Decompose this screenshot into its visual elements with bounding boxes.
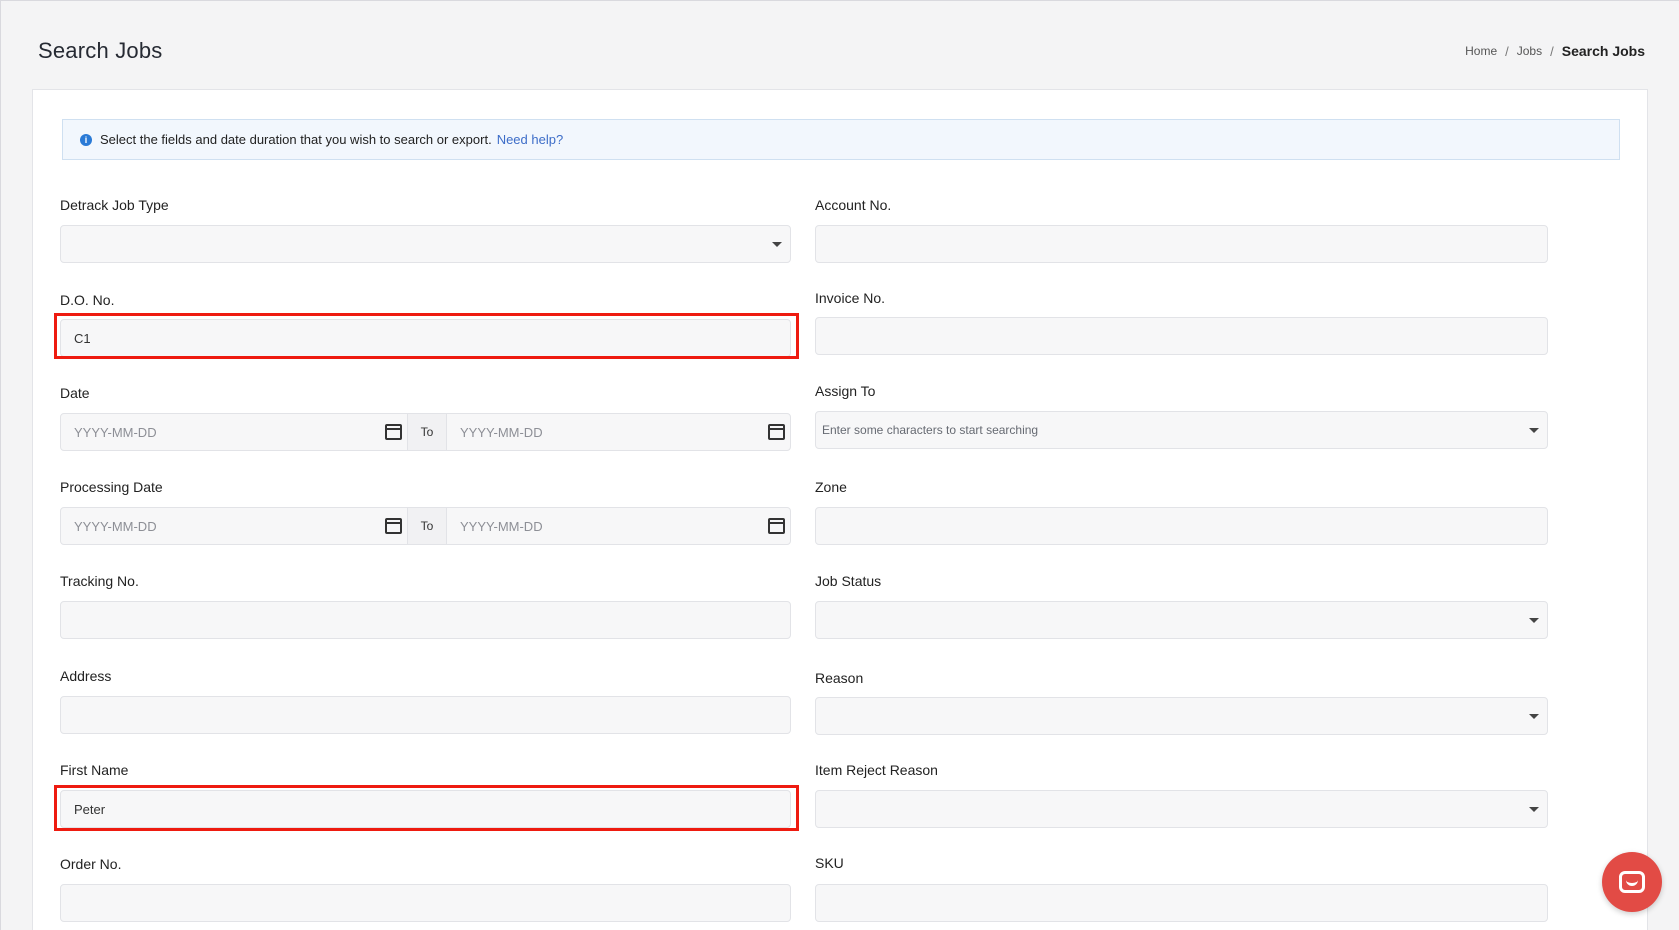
date-label: Date bbox=[60, 385, 90, 401]
address-label: Address bbox=[60, 668, 112, 684]
top-border bbox=[0, 0, 1679, 1]
date-to-placeholder: YYYY-MM-DD bbox=[460, 424, 543, 440]
chevron-down-icon bbox=[772, 242, 782, 247]
chevron-down-icon bbox=[1529, 618, 1539, 623]
sku-input[interactable] bbox=[815, 884, 1548, 922]
date-to-addon: To bbox=[407, 413, 447, 451]
job-status-select[interactable] bbox=[815, 601, 1548, 639]
page-title: Search Jobs bbox=[38, 38, 163, 63]
job-status-label: Job Status bbox=[815, 573, 882, 589]
info-icon: i bbox=[80, 133, 92, 146]
chevron-down-icon bbox=[1529, 714, 1539, 719]
breadcrumb-current: Search Jobs bbox=[1561, 43, 1645, 59]
detrack-job-type-label: Detrack Job Type bbox=[60, 197, 169, 213]
left-border bbox=[0, 0, 1, 930]
account-no-label: Account No. bbox=[815, 197, 892, 213]
processing-date-from-placeholder: YYYY-MM-DD bbox=[74, 518, 157, 534]
breadcrumb-separator: / bbox=[1505, 43, 1509, 59]
processing-date-to-addon: To bbox=[407, 507, 447, 545]
date-from-placeholder: YYYY-MM-DD bbox=[74, 424, 157, 440]
breadcrumb-separator: / bbox=[1550, 43, 1554, 59]
calendar-icon[interactable] bbox=[385, 518, 402, 534]
reason-select[interactable] bbox=[815, 697, 1548, 735]
order-no-label: Order No. bbox=[60, 856, 122, 872]
breadcrumb: Home / Jobs / Search Jobs bbox=[1465, 43, 1645, 59]
tracking-no-label: Tracking No. bbox=[60, 573, 139, 589]
order-no-input[interactable] bbox=[60, 884, 791, 922]
zone-input[interactable] bbox=[815, 507, 1548, 545]
do-no-label: D.O. No. bbox=[60, 292, 115, 308]
calendar-icon[interactable] bbox=[768, 518, 785, 534]
processing-date-from-input[interactable]: YYYY-MM-DD bbox=[60, 507, 408, 545]
invoice-no-label: Invoice No. bbox=[815, 290, 886, 306]
assign-to-label: Assign To bbox=[815, 383, 876, 399]
breadcrumb-jobs[interactable]: Jobs bbox=[1517, 44, 1542, 58]
first-name-input[interactable]: Peter bbox=[60, 790, 791, 828]
chat-launcher-button[interactable] bbox=[1602, 852, 1662, 912]
detrack-job-type-select[interactable] bbox=[60, 225, 791, 263]
breadcrumb-home[interactable]: Home bbox=[1465, 44, 1497, 58]
tracking-no-input[interactable] bbox=[60, 601, 791, 639]
invoice-no-input[interactable] bbox=[815, 317, 1548, 355]
date-to-input[interactable]: YYYY-MM-DD bbox=[446, 413, 791, 451]
need-help-link[interactable]: Need help? bbox=[497, 132, 564, 147]
assign-to-select[interactable]: Enter some characters to start searching bbox=[815, 411, 1548, 449]
processing-date-to-placeholder: YYYY-MM-DD bbox=[460, 518, 543, 534]
calendar-icon[interactable] bbox=[385, 424, 402, 440]
reason-label: Reason bbox=[815, 670, 864, 686]
date-from-input[interactable]: YYYY-MM-DD bbox=[60, 413, 408, 451]
info-message: Select the fields and date duration that… bbox=[100, 132, 492, 147]
chat-icon bbox=[1619, 871, 1645, 893]
item-reject-reason-label: Item Reject Reason bbox=[815, 762, 938, 778]
zone-label: Zone bbox=[815, 479, 847, 495]
first-name-label: First Name bbox=[60, 762, 129, 778]
chevron-down-icon bbox=[1529, 807, 1539, 812]
processing-date-to-input[interactable]: YYYY-MM-DD bbox=[446, 507, 791, 545]
assign-to-placeholder: Enter some characters to start searching bbox=[822, 423, 1039, 437]
info-banner: i Select the fields and date duration th… bbox=[62, 119, 1620, 160]
sku-label: SKU bbox=[815, 855, 844, 871]
calendar-icon[interactable] bbox=[768, 424, 785, 440]
processing-date-label: Processing Date bbox=[60, 479, 163, 495]
item-reject-reason-select[interactable] bbox=[815, 790, 1548, 828]
chevron-down-icon bbox=[1529, 428, 1539, 433]
do-no-input[interactable]: C1 bbox=[60, 319, 791, 357]
address-input[interactable] bbox=[60, 696, 791, 734]
account-no-input[interactable] bbox=[815, 225, 1548, 263]
